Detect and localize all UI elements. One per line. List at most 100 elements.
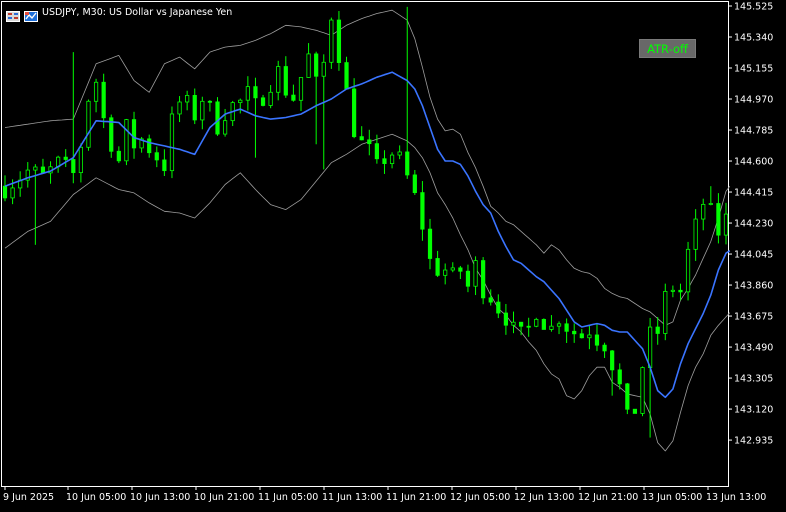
chart-title: USDJPY, M30: US Dollar vs Japanese Yen [42, 6, 233, 18]
y-tick-label: 145.340 [734, 33, 773, 44]
candle-body [579, 333, 584, 339]
candle-body [63, 156, 68, 160]
chart-header: USDJPY, M30: US Dollar vs Japanese Yen [6, 5, 233, 22]
y-tick-label: 144.785 [734, 126, 773, 137]
candle-body [352, 88, 357, 138]
candle-body [71, 159, 76, 174]
y-tick-label: 144.045 [734, 250, 773, 261]
candle-body [359, 136, 364, 141]
candle-body [253, 86, 258, 99]
x-tick-label: 13 Jun 05:00 [642, 492, 702, 503]
y-tick-label: 144.230 [734, 219, 773, 230]
x-tick-label: 12 Jun 13:00 [514, 492, 574, 503]
candle-body [458, 267, 463, 272]
x-tick-label: 12 Jun 05:00 [450, 492, 510, 503]
candle-body [245, 86, 250, 101]
candle-body [427, 228, 433, 259]
candle-body [93, 81, 99, 102]
y-tick-label: 143.860 [734, 281, 773, 292]
y-tick-label: 144.970 [734, 95, 773, 106]
upper-band-line [4, 9, 731, 326]
candle-body [78, 146, 83, 174]
candle-body [10, 187, 15, 199]
candle-body [640, 367, 645, 414]
candle-body [169, 113, 175, 172]
candle-body [594, 334, 600, 346]
candle-body [276, 66, 281, 93]
plot-frame [1, 1, 729, 487]
y-tick-label: 143.675 [734, 312, 773, 323]
candle-body [162, 159, 167, 172]
candle-body [222, 120, 228, 135]
y-tick-label: 145.155 [734, 64, 773, 75]
expert-advisor-icon[interactable] [24, 7, 38, 22]
y-tick-label: 143.305 [734, 374, 773, 385]
candle-body [685, 248, 691, 293]
candle-body [564, 323, 569, 332]
candle-body [435, 258, 440, 276]
atr-toggle-button[interactable]: ATR-off [639, 39, 696, 58]
candle-body [314, 53, 319, 77]
candle-body [663, 291, 668, 334]
candle-body [723, 213, 729, 236]
candle-body [40, 166, 46, 174]
candle-body [283, 66, 288, 96]
candle-body [116, 150, 121, 162]
x-tick-label: 10 Jun 21:00 [194, 492, 254, 503]
candle-body [511, 321, 516, 326]
candle-body [344, 62, 349, 90]
x-tick-label: 11 Jun 13:00 [322, 492, 382, 503]
candle-body [192, 95, 197, 121]
candle-body [473, 260, 478, 287]
candle-body [556, 323, 562, 327]
candle-body [2, 185, 8, 199]
candle-body [177, 101, 182, 115]
candle-body [405, 151, 410, 176]
candle-body [526, 325, 531, 328]
candle-body [238, 99, 243, 104]
y-tick-label: 144.415 [734, 188, 773, 199]
candle-body [382, 158, 387, 164]
candle-body [321, 61, 326, 77]
candle-body [131, 119, 137, 149]
candle-body [86, 100, 91, 148]
candle-body [632, 408, 638, 414]
candle-body [503, 312, 509, 326]
candle-body [412, 174, 417, 194]
candle-body [617, 369, 622, 385]
candle-body [109, 117, 114, 152]
candle-body [534, 318, 539, 327]
candle-body [610, 350, 615, 371]
candle-body [389, 154, 395, 164]
candle-body [207, 100, 213, 103]
x-tick-label: 11 Jun 21:00 [386, 492, 446, 503]
candle-body [147, 138, 152, 154]
candle-body [367, 139, 372, 145]
y-tick-label: 143.490 [734, 343, 773, 354]
x-tick-label: 12 Jun 21:00 [578, 492, 638, 503]
candle-body [716, 203, 721, 236]
candle-body [298, 77, 304, 101]
candle-body [549, 325, 554, 330]
x-tick-label: 13 Jun 13:00 [706, 492, 766, 503]
x-tick-label: 9 Jun 2025 [3, 492, 54, 503]
price-chart[interactable]: 145.525 145.340 145.155 144.970 144.785 144.6… [0, 0, 786, 508]
candle-body [154, 152, 159, 161]
candle-body [625, 383, 630, 410]
candle-body [450, 267, 455, 271]
y-tick-label: 145.525 [734, 2, 773, 13]
candle-body [291, 94, 296, 101]
y-tick-label: 143.120 [734, 405, 773, 416]
candle-body [701, 203, 706, 220]
candle-body [541, 318, 546, 330]
candle-body [670, 289, 675, 292]
candle-body [124, 119, 129, 162]
candle-body [443, 269, 448, 276]
chart-window[interactable]: 145.525 145.340 145.155 144.970 144.785 144.6… [0, 0, 786, 508]
candle-body [678, 289, 683, 293]
candle-body [101, 81, 106, 119]
candle-body [185, 95, 190, 103]
window-grid-icon[interactable] [6, 7, 20, 22]
candle-body [572, 330, 577, 335]
x-tick-label: 11 Jun 05:00 [258, 492, 318, 503]
